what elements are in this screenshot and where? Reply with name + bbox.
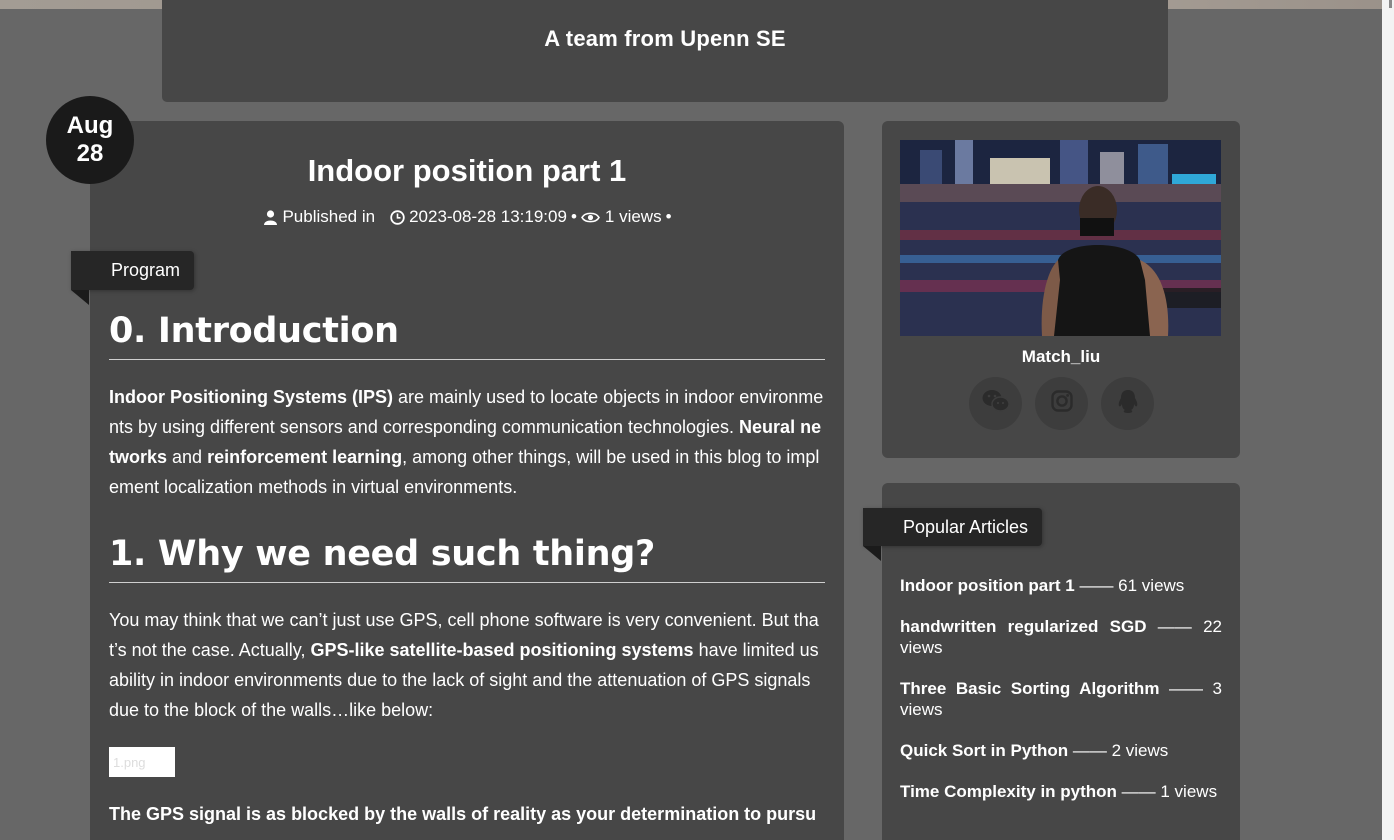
article-title[interactable]: Indoor position part 1 <box>90 153 844 189</box>
instagram-button[interactable] <box>1035 377 1088 430</box>
date-day: 28 <box>76 140 104 167</box>
eye-icon <box>581 209 601 225</box>
popular-article-item[interactable]: Indoor position part 1 —— 61 views <box>900 575 1222 596</box>
popular-article-item[interactable]: Time Complexity in python —— 1 views <box>900 781 1222 802</box>
site-title[interactable]: A team from Upenn SE <box>162 26 1168 52</box>
site-header: A team from Upenn SE <box>162 0 1168 102</box>
category-tag-ribbon[interactable]: Program <box>71 251 195 305</box>
bold-quote: The GPS signal is as blocked by the wall… <box>109 804 817 840</box>
profile-name[interactable]: Match_liu <box>882 347 1240 367</box>
bold-quote-paragraph: The GPS signal is as blocked by the wall… <box>109 799 825 840</box>
popular-article-title[interactable]: handwritten regularized SGD <box>900 617 1146 636</box>
popular-article-views: —— 61 views <box>1074 576 1185 595</box>
published-datetime: 2023-08-28 13:19:09 <box>409 207 567 226</box>
date-month: Aug <box>66 112 114 139</box>
article-card: Indoor position part 1 Published in 2023… <box>90 121 844 840</box>
intro-paragraph: Indoor Positioning Systems (IPS) are mai… <box>109 382 825 502</box>
popular-articles-heading: Popular Articles <box>903 516 1029 537</box>
popular-article-title[interactable]: Time Complexity in python <box>900 782 1117 801</box>
instagram-icon <box>1050 390 1073 417</box>
profile-photo <box>900 140 1221 336</box>
meta-separator-end: • <box>665 207 672 226</box>
popular-article-item[interactable]: Three Basic Sorting Algorithm —— 3 views <box>900 678 1222 720</box>
popular-article-title[interactable]: Quick Sort in Python <box>900 741 1068 760</box>
bold-gps-systems: GPS-like satellite-based positioning sys… <box>310 640 694 660</box>
section-heading-introduction: 0. Introduction <box>109 311 825 360</box>
popular-article-item[interactable]: Quick Sort in Python —— 2 views <box>900 740 1222 761</box>
popular-articles-list: Indoor position part 1 —— 61 views handw… <box>900 575 1222 822</box>
wechat-button[interactable] <box>969 377 1022 430</box>
wechat-icon <box>982 389 1010 418</box>
view-count: 1 views <box>604 207 662 226</box>
image-alt-text: 1.png <box>113 754 146 770</box>
bold-ips: Indoor Positioning Systems (IPS) <box>109 387 394 407</box>
profile-card: Match_liu <box>882 121 1240 458</box>
popular-article-views: —— 1 views <box>1116 782 1218 801</box>
qq-icon <box>1117 389 1139 419</box>
scrollbar-thumb[interactable] <box>1389 0 1392 8</box>
clock-icon <box>389 209 405 225</box>
user-icon <box>262 209 278 225</box>
category-tag-label: Program <box>111 260 181 280</box>
social-links <box>969 377 1154 430</box>
published-in-label: Published in <box>282 207 376 226</box>
popular-article-views: —— 2 views <box>1068 741 1169 760</box>
bold-reinforcement-learning: reinforcement learning <box>207 447 403 467</box>
intro-text-2: and <box>167 447 208 467</box>
qq-button[interactable] <box>1101 377 1154 430</box>
article-body: 0. Introduction Indoor Positioning Syste… <box>109 311 825 840</box>
popular-articles-ribbon: Popular Articles <box>863 508 1043 561</box>
date-badge: Aug 28 <box>46 96 134 184</box>
popular-article-item[interactable]: handwritten regularized SGD —— 22 views <box>900 616 1222 658</box>
popular-article-title[interactable]: Three Basic Sorting Algorithm <box>900 679 1159 698</box>
why-paragraph: You may think that we can’t just use GPS… <box>109 605 825 725</box>
article-meta: Published in 2023-08-28 13:19:09 • 1 vie… <box>90 207 844 227</box>
meta-separator: • <box>570 207 577 226</box>
popular-article-title[interactable]: Indoor position part 1 <box>900 576 1075 595</box>
broken-image-placeholder: 1.png <box>109 747 175 777</box>
scrollbar-track[interactable] <box>1382 0 1394 840</box>
section-heading-why: 1. Why we need such thing? <box>109 534 825 583</box>
